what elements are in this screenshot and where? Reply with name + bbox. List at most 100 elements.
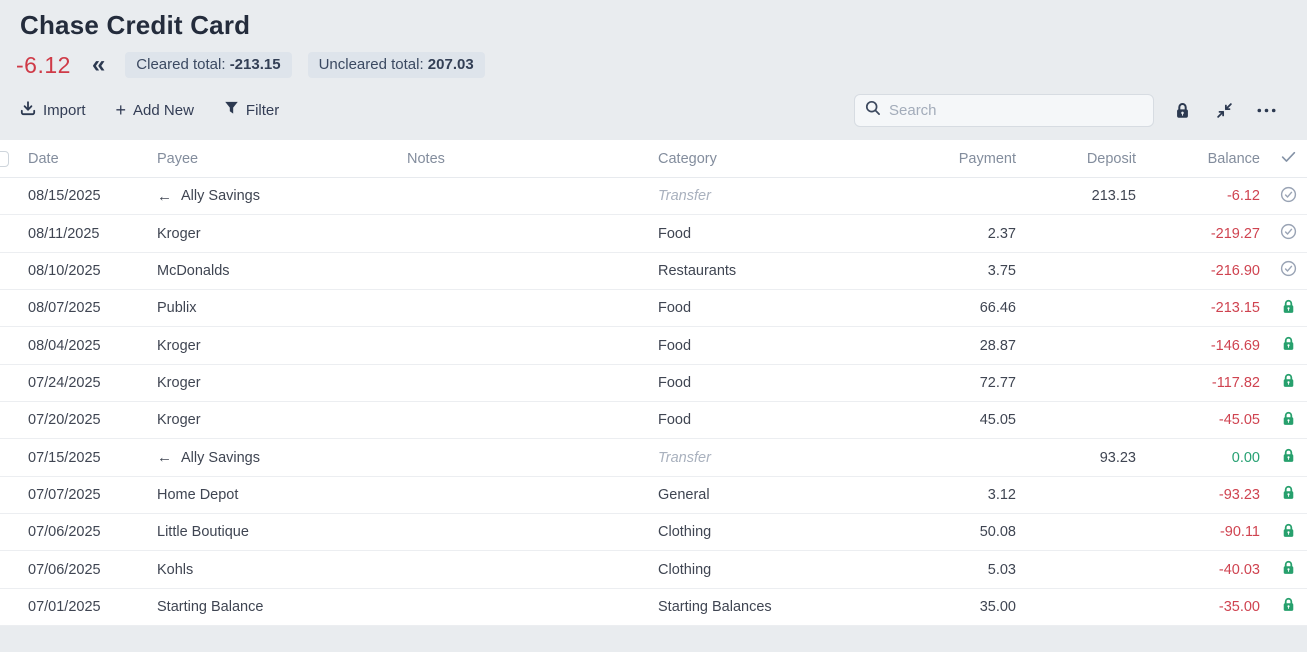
uncleared-total-badge[interactable]: Uncleared total: 207.03 [308, 52, 485, 78]
add-new-button[interactable]: + Add New [116, 101, 194, 119]
status-cell[interactable] [1270, 448, 1307, 467]
deposit-cell[interactable]: 93.23 [1026, 450, 1146, 466]
date-cell[interactable]: 07/20/2025 [20, 412, 150, 428]
payment-cell[interactable]: 35.00 [906, 599, 1026, 615]
category-cell[interactable]: Restaurants [650, 263, 906, 279]
payee-cell[interactable]: McDonalds [150, 263, 400, 279]
payment-cell[interactable]: 3.75 [906, 263, 1026, 279]
date-cell[interactable]: 08/10/2025 [20, 263, 150, 279]
payee-cell[interactable]: Starting Balance [150, 599, 400, 615]
payment-cell[interactable]: 5.03 [906, 562, 1026, 578]
table-row[interactable]: 08/04/2025 Kroger Food 28.87 -146.69 [0, 327, 1307, 364]
search-input[interactable] [889, 102, 1143, 119]
row-select-cell[interactable] [0, 551, 20, 587]
payment-cell[interactable]: 2.37 [906, 226, 1026, 242]
payee-cell[interactable]: Little Boutique [150, 524, 400, 540]
row-select-cell[interactable] [0, 365, 20, 401]
status-cell[interactable] [1270, 336, 1307, 355]
payment-cell[interactable]: 28.87 [906, 338, 1026, 354]
date-cell[interactable]: 07/07/2025 [20, 487, 150, 503]
reconciled-lock-icon[interactable] [1281, 485, 1296, 504]
row-select-cell[interactable] [0, 514, 20, 550]
reconciled-lock-icon[interactable] [1281, 411, 1296, 430]
date-cell[interactable]: 08/04/2025 [20, 338, 150, 354]
payee-cell[interactable]: Kroger [150, 338, 400, 354]
row-select-cell[interactable] [0, 253, 20, 289]
status-cell[interactable] [1270, 260, 1307, 281]
account-title[interactable]: Chase Credit Card [16, 10, 1287, 41]
category-cell[interactable]: Clothing [650, 524, 906, 540]
table-row[interactable]: 08/15/2025 ←Ally Savings Transfer 213.15… [0, 178, 1307, 215]
cleared-check-circle-icon[interactable] [1280, 186, 1297, 207]
ellipsis-icon[interactable] [1245, 108, 1287, 113]
cleared-check-circle-icon[interactable] [1280, 223, 1297, 244]
status-cell[interactable] [1270, 186, 1307, 207]
row-select-cell[interactable] [0, 327, 20, 363]
date-cell[interactable]: 08/15/2025 [20, 188, 150, 204]
search-box[interactable] [854, 94, 1154, 127]
table-row[interactable]: 07/20/2025 Kroger Food 45.05 -45.05 [0, 402, 1307, 439]
status-cell[interactable] [1270, 223, 1307, 244]
row-select-cell[interactable] [0, 402, 20, 438]
status-cell[interactable] [1270, 523, 1307, 542]
category-cell[interactable]: Transfer [650, 450, 906, 466]
reconciled-lock-icon[interactable] [1281, 336, 1296, 355]
table-row[interactable]: 08/11/2025 Kroger Food 2.37 -219.27 [0, 215, 1307, 252]
payee-cell[interactable]: ←Ally Savings [150, 449, 400, 466]
date-cell[interactable]: 07/06/2025 [20, 524, 150, 540]
reconciled-lock-icon[interactable] [1281, 523, 1296, 542]
category-cell[interactable]: Transfer [650, 188, 906, 204]
status-cell[interactable] [1270, 597, 1307, 616]
table-row[interactable]: 07/07/2025 Home Depot General 3.12 -93.2… [0, 477, 1307, 514]
table-row[interactable]: 07/24/2025 Kroger Food 72.77 -117.82 [0, 365, 1307, 402]
table-row[interactable]: 07/15/2025 ←Ally Savings Transfer 93.23 … [0, 439, 1307, 476]
filter-button[interactable]: Filter [224, 101, 279, 119]
payee-cell[interactable]: ←Ally Savings [150, 188, 400, 205]
table-row[interactable]: 08/10/2025 McDonalds Restaurants 3.75 -2… [0, 253, 1307, 290]
payment-cell[interactable]: 45.05 [906, 412, 1026, 428]
row-select-cell[interactable] [0, 477, 20, 513]
row-select-cell[interactable] [0, 589, 20, 625]
cleared-check-circle-icon[interactable] [1280, 260, 1297, 281]
row-select-cell[interactable] [0, 439, 20, 475]
table-row[interactable]: 08/07/2025 Publix Food 66.46 -213.15 [0, 290, 1307, 327]
category-cell[interactable]: Starting Balances [650, 599, 906, 615]
payee-cell[interactable]: Kroger [150, 375, 400, 391]
payment-cell[interactable]: 66.46 [906, 300, 1026, 316]
reconciled-lock-icon[interactable] [1281, 560, 1296, 579]
status-cell[interactable] [1270, 411, 1307, 430]
deposit-cell[interactable]: 213.15 [1026, 188, 1146, 204]
date-cell[interactable]: 07/01/2025 [20, 599, 150, 615]
row-select-cell[interactable] [0, 290, 20, 326]
collapse-arrows-icon[interactable] [1203, 102, 1245, 119]
date-cell[interactable]: 08/11/2025 [20, 226, 150, 242]
select-all-checkbox[interactable] [0, 151, 9, 167]
date-cell[interactable]: 07/15/2025 [20, 450, 150, 466]
reconciled-lock-icon[interactable] [1281, 299, 1296, 318]
category-cell[interactable]: General [650, 487, 906, 503]
lock-icon[interactable] [1161, 102, 1203, 119]
category-cell[interactable]: Food [650, 338, 906, 354]
table-row[interactable]: 07/01/2025 Starting Balance Starting Bal… [0, 589, 1307, 626]
category-cell[interactable]: Food [650, 375, 906, 391]
row-select-cell[interactable] [0, 215, 20, 251]
date-cell[interactable]: 08/07/2025 [20, 300, 150, 316]
status-cell[interactable] [1270, 560, 1307, 579]
payment-cell[interactable]: 3.12 [906, 487, 1026, 503]
reconciled-lock-icon[interactable] [1281, 448, 1296, 467]
import-button[interactable]: Import [20, 100, 86, 120]
table-row[interactable]: 07/06/2025 Kohls Clothing 5.03 -40.03 [0, 551, 1307, 588]
category-cell[interactable]: Food [650, 300, 906, 316]
cleared-total-badge[interactable]: Cleared total: -213.15 [125, 52, 291, 78]
payee-cell[interactable]: Publix [150, 300, 400, 316]
reconciled-lock-icon[interactable] [1281, 597, 1296, 616]
status-cell[interactable] [1270, 299, 1307, 318]
row-select-cell[interactable] [0, 178, 20, 214]
payee-cell[interactable]: Home Depot [150, 487, 400, 503]
status-cell[interactable] [1270, 373, 1307, 392]
table-row[interactable]: 07/06/2025 Little Boutique Clothing 50.0… [0, 514, 1307, 551]
payment-cell[interactable]: 72.77 [906, 375, 1026, 391]
payee-cell[interactable]: Kohls [150, 562, 400, 578]
category-cell[interactable]: Food [650, 412, 906, 428]
date-cell[interactable]: 07/06/2025 [20, 562, 150, 578]
